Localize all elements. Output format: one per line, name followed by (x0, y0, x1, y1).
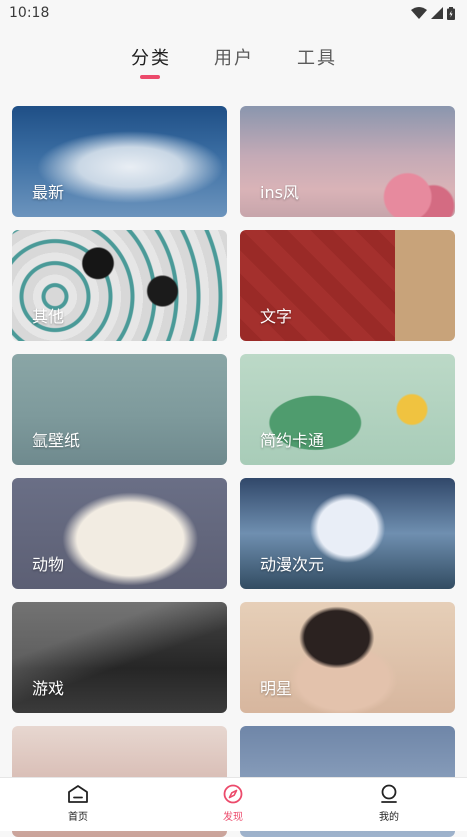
status-time: 10:18 (9, 5, 50, 21)
tab-category[interactable]: 分类 (131, 44, 171, 70)
compass-icon (223, 784, 243, 804)
status-bar: 10:18 (0, 0, 467, 26)
category-label: 其他 (32, 307, 65, 326)
category-card-latest[interactable]: 最新 (12, 106, 227, 217)
category-card-celebrities[interactable]: 明星 (240, 602, 455, 713)
category-card-games[interactable]: 游戏 (12, 602, 227, 713)
system-icons (411, 6, 455, 20)
category-card-simple-cartoon[interactable]: 简约卡通 (240, 354, 455, 465)
bottom-navigation: 首页 发现 我的 (0, 777, 467, 831)
category-card-animals[interactable]: 动物 (12, 478, 227, 589)
category-grid: 最新 ins风 其他 文字 氩壁纸 简约卡通 动物 动漫次元 游戏 明星 (12, 106, 455, 837)
category-card-text[interactable]: 文字 (240, 230, 455, 341)
tab-users[interactable]: 用户 (214, 44, 254, 70)
wifi-icon (411, 7, 427, 19)
nav-home-label: 首页 (68, 812, 88, 823)
nav-discover[interactable]: 发现 (203, 784, 263, 823)
active-tab-indicator (140, 75, 160, 79)
category-label: 氩壁纸 (32, 431, 81, 450)
category-label: 简约卡通 (260, 431, 325, 450)
category-label: 最新 (32, 183, 65, 202)
nav-discover-label: 发现 (223, 812, 243, 823)
nav-home[interactable]: 首页 (48, 784, 108, 823)
category-card-ambient-wallpaper[interactable]: 氩壁纸 (12, 354, 227, 465)
category-label: ins风 (260, 183, 299, 202)
top-tabs: 分类 用户 工具 (0, 40, 467, 84)
category-card-ins-style[interactable]: ins风 (240, 106, 455, 217)
battery-icon (447, 6, 455, 20)
category-label: 动漫次元 (260, 555, 325, 574)
category-label: 游戏 (32, 679, 65, 698)
category-card-anime[interactable]: 动漫次元 (240, 478, 455, 589)
category-label: 文字 (260, 307, 293, 326)
home-icon (68, 785, 88, 803)
category-card-other[interactable]: 其他 (12, 230, 227, 341)
tab-tools[interactable]: 工具 (297, 44, 337, 70)
nav-mine-label: 我的 (379, 812, 399, 823)
cellular-signal-icon (431, 7, 443, 19)
category-label: 动物 (32, 555, 65, 574)
category-label: 明星 (260, 679, 293, 698)
nav-mine[interactable]: 我的 (359, 784, 419, 823)
user-icon (381, 784, 397, 803)
